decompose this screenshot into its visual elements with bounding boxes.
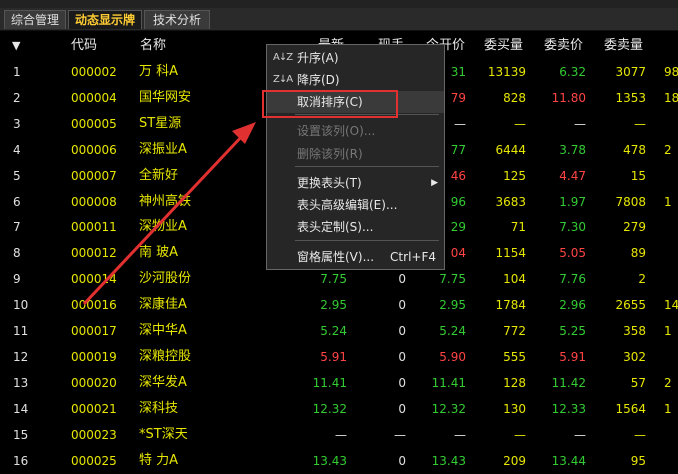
annotation-arrow [82,122,256,306]
